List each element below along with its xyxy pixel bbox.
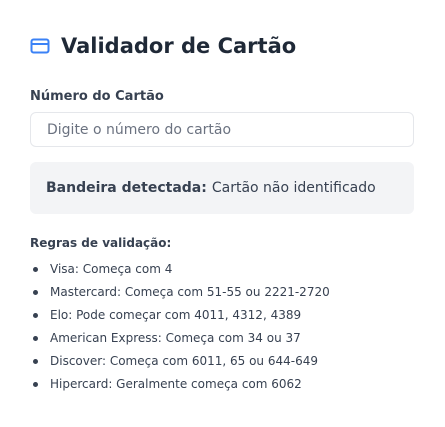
card-number-label: Número do Cartão bbox=[30, 89, 164, 104]
list-item: Discover: Começa com 6011, 65 ou 644-649 bbox=[30, 350, 414, 373]
rule-text: Visa: Começa com 4 bbox=[50, 262, 173, 276]
bullet-icon bbox=[33, 336, 38, 341]
rule-text: Hipercard: Geralmente começa com 6062 bbox=[50, 377, 302, 391]
list-item: American Express: Começa com 34 ou 37 bbox=[30, 327, 414, 350]
bullet-icon bbox=[33, 382, 38, 387]
bullet-icon bbox=[33, 313, 38, 318]
detected-brand-label: Bandeira detectada: bbox=[46, 180, 207, 196]
rules-list: Visa: Começa com 4 Mastercard: Começa co… bbox=[30, 258, 414, 396]
page-title: Validador de Cartão bbox=[61, 34, 297, 58]
bullet-icon bbox=[33, 267, 38, 272]
bullet-icon bbox=[33, 359, 38, 364]
credit-card-icon bbox=[30, 24, 52, 68]
rule-text: American Express: Começa com 34 ou 37 bbox=[50, 331, 301, 345]
list-item: Elo: Pode começar com 4011, 4312, 4389 bbox=[30, 304, 414, 327]
list-item: Mastercard: Começa com 51-55 ou 2221-272… bbox=[30, 281, 414, 304]
rule-text: Mastercard: Começa com 51-55 ou 2221-272… bbox=[50, 285, 330, 299]
detected-brand-value: Cartão não identificado bbox=[211, 180, 376, 196]
rule-text: Discover: Começa com 6011, 65 ou 644-649 bbox=[50, 354, 318, 368]
card-number-input[interactable] bbox=[30, 112, 414, 147]
rules-title: Regras de validação: bbox=[30, 236, 172, 250]
list-item: Visa: Começa com 4 bbox=[30, 258, 414, 281]
detected-brand-box: Bandeira detectada: Cartão não identific… bbox=[30, 162, 414, 214]
list-item: Hipercard: Geralmente começa com 6062 bbox=[30, 373, 414, 396]
bullet-icon bbox=[33, 290, 38, 295]
card-validator-panel: Validador de Cartão Número do Cartão Ban… bbox=[30, 24, 414, 396]
title-row: Validador de Cartão bbox=[30, 24, 414, 68]
rule-text: Elo: Pode começar com 4011, 4312, 4389 bbox=[50, 308, 302, 322]
